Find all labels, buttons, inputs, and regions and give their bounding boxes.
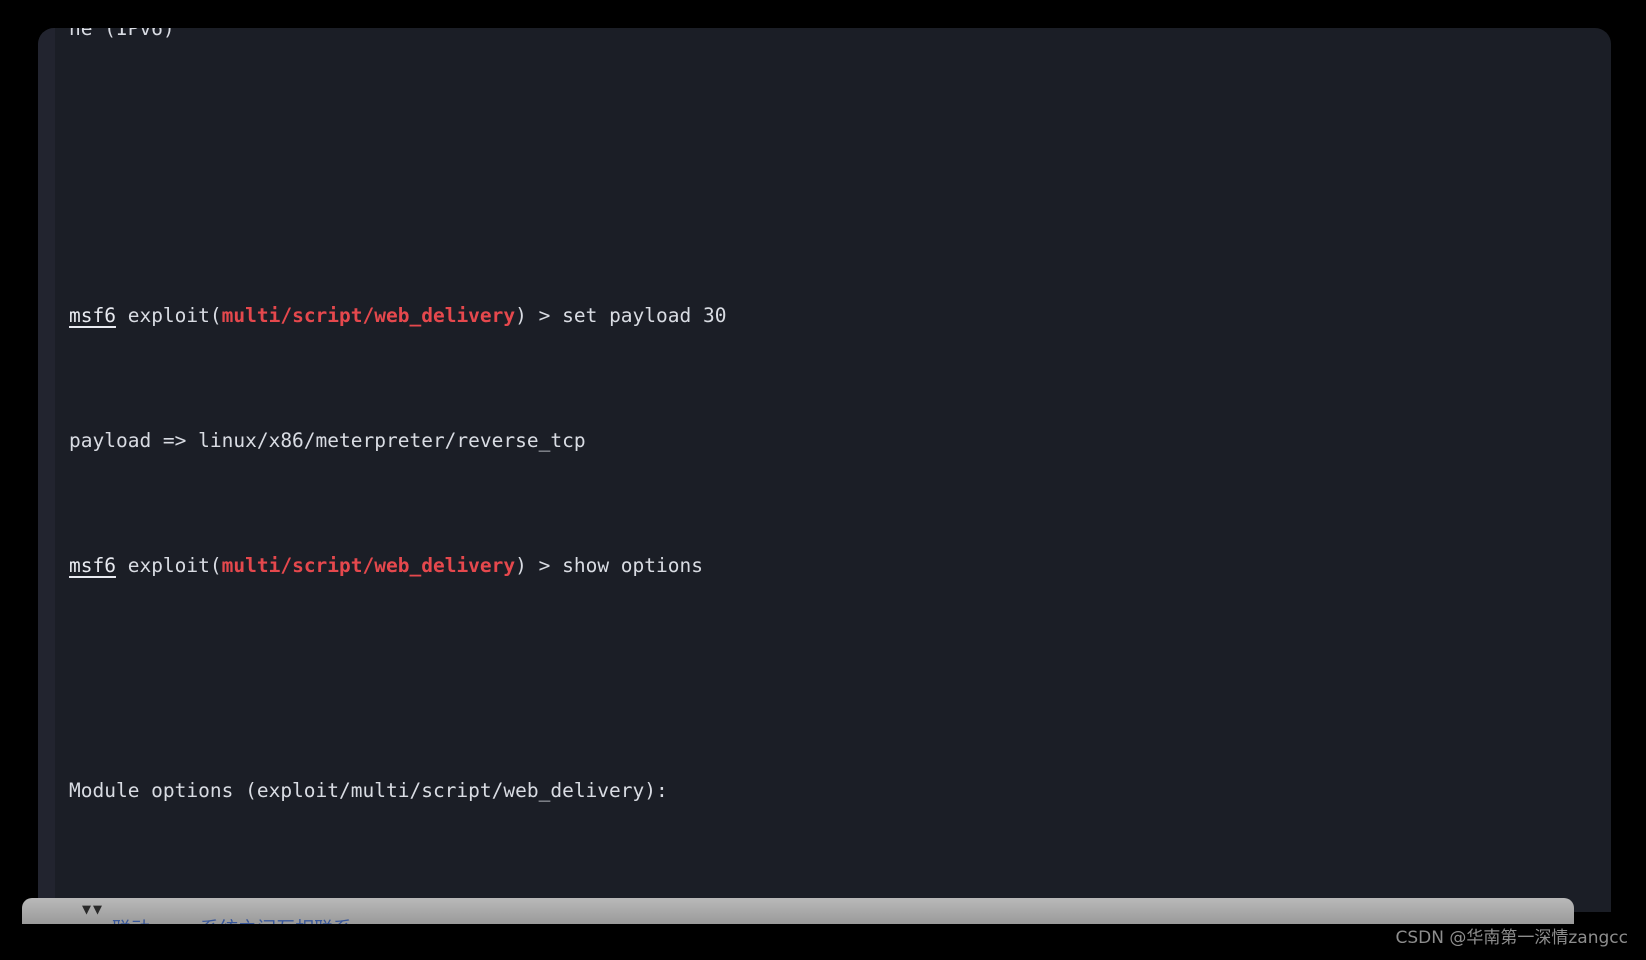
prompt-module-path: multi/script/web_delivery xyxy=(221,554,516,577)
prompt-user: msf6 xyxy=(69,554,116,577)
terminal-output[interactable]: msf6 exploit(multi/script/web_delivery) … xyxy=(55,28,1611,912)
terminal-left-gutter xyxy=(38,28,55,912)
prompt-module-path: multi/script/web_delivery xyxy=(221,304,516,327)
prompt-close: ) > xyxy=(515,304,563,327)
module-options-heading: Module options (exploit/multi/script/web… xyxy=(69,779,668,802)
background-window-clipped[interactable]: ▼▼ 联动 …… 系统之间互相联系 xyxy=(22,898,1574,924)
background-window-text: 联动 …… 系统之间互相联系 xyxy=(112,914,352,924)
chevron-down-icon: ▼▼ xyxy=(82,900,105,918)
terminal-window[interactable]: ne (IPv6) msf6 exploit(multi/script/web_… xyxy=(38,28,1611,912)
output-payload-echo: payload => linux/x86/meterpreter/reverse… xyxy=(69,429,586,452)
command-line-show-options: msf6 exploit(multi/script/web_delivery) … xyxy=(55,553,1611,578)
prompt-user: msf6 xyxy=(69,304,116,327)
command-line-set-payload: msf6 exploit(multi/script/web_delivery) … xyxy=(55,303,1611,328)
typed-command-set-payload: set payload 30 xyxy=(562,304,727,327)
prompt-exploit-word: exploit( xyxy=(115,554,222,577)
prompt-exploit-word: exploit( xyxy=(115,304,222,327)
typed-command-show-options: show options xyxy=(562,554,703,577)
csdn-watermark: CSDN @华南第一深情zangcc xyxy=(1395,928,1628,948)
prompt-close: ) > xyxy=(515,554,563,577)
